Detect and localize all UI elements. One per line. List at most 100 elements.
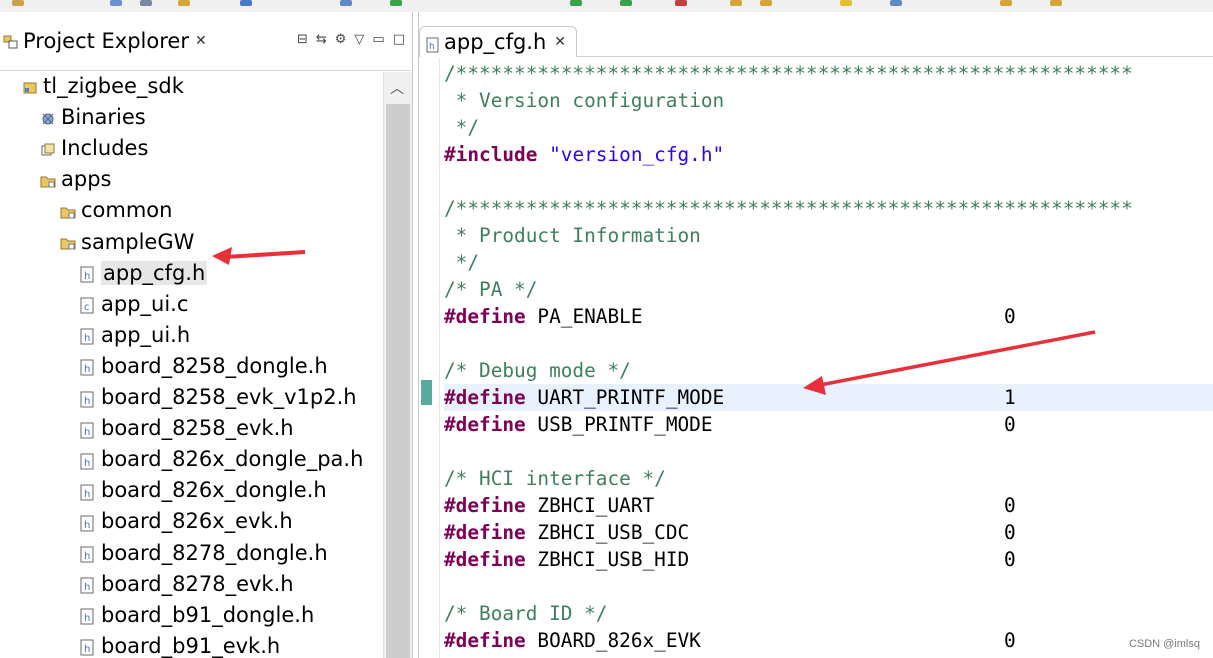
header-file-icon: h: [80, 606, 95, 625]
svg-text:h: h: [84, 520, 90, 531]
tree-item-label: apps: [61, 167, 112, 192]
editor-tab-app-cfg[interactable]: h app_cfg.h ✕: [419, 26, 578, 57]
svg-text:h: h: [84, 364, 90, 375]
tree-item[interactable]: h board_826x_dongle.h: [80, 476, 327, 504]
tree-item-label: common: [81, 198, 173, 223]
project-explorer-tab[interactable]: Project Explorer ✕: [0, 26, 207, 56]
tree-item[interactable]: h board_8258_evk_v1p2.h: [80, 383, 357, 411]
code-line: #define UART_PRINTF_MODE 1: [444, 384, 1213, 411]
folder-icon: [60, 202, 76, 219]
tree-item[interactable]: h board_8258_dongle.h: [80, 352, 328, 380]
toolbar-icon[interactable]: [110, 0, 122, 6]
collapse-all-icon[interactable]: ⊟: [297, 32, 308, 47]
code-comment: /* Board ID */: [444, 602, 608, 625]
code-line: */: [444, 114, 1213, 141]
tree-scrollbar[interactable]: ︿: [383, 72, 412, 658]
close-icon[interactable]: ✕: [554, 34, 566, 50]
toolbar-icon[interactable]: [1000, 0, 1012, 6]
code-string: "version_cfg.h": [549, 143, 725, 166]
editor-tab-bar: h app_cfg.h ✕: [419, 26, 1213, 57]
code-comment: /***************************************…: [444, 197, 1133, 220]
toolbar-icon[interactable]: [1050, 0, 1062, 6]
code-line: #define BOARD_826x_EVK 0: [444, 627, 1213, 654]
svg-text:c: c: [84, 302, 90, 313]
tree-item[interactable]: sampleGW: [60, 228, 194, 256]
tree-item[interactable]: c app_ui.c: [80, 290, 188, 318]
code-editor[interactable]: /***************************************…: [444, 58, 1213, 658]
code-comment: */: [444, 116, 480, 139]
code-line: /* HCI interface */: [444, 465, 1213, 492]
tree-item[interactable]: apps: [40, 165, 111, 193]
toolbar-icon[interactable]: [675, 0, 687, 6]
code-keyword: #include: [444, 143, 538, 166]
tree-item-label: board_b91_evk.h: [101, 633, 281, 658]
macro-name: ZBHCI_USB_HID: [537, 548, 690, 571]
toolbar-icon[interactable]: [760, 0, 772, 6]
link-with-editor-icon[interactable]: ⇆: [316, 32, 327, 47]
code-comment: /***************************************…: [444, 62, 1133, 85]
code-line: * Product Information: [444, 222, 1213, 249]
toolbar-icon[interactable]: [390, 0, 402, 6]
macro-value: 0: [1004, 305, 1016, 328]
editor-area: h app_cfg.h ✕ /*************************…: [418, 12, 1213, 658]
minimize-icon[interactable]: ▭: [372, 32, 384, 47]
toolbar-icon[interactable]: [570, 0, 582, 6]
tree-item[interactable]: common: [60, 196, 172, 224]
tree-item[interactable]: h app_cfg.h: [80, 259, 208, 287]
tree-item[interactable]: h board_8258_evk.h: [80, 414, 294, 442]
tree-item[interactable]: h board_826x_evk.h: [80, 507, 293, 535]
tree-item[interactable]: h board_b91_evk.h: [80, 632, 280, 658]
tree-item[interactable]: h board_8278_dongle.h: [80, 539, 328, 567]
tree-item[interactable]: Binaries: [40, 103, 146, 131]
svg-text:h: h: [84, 489, 90, 500]
close-icon[interactable]: ✕: [195, 33, 207, 49]
view-menu-icon[interactable]: ▽: [354, 32, 364, 47]
header-file-icon: h: [80, 357, 95, 376]
tree-item[interactable]: h board_8278_evk.h: [80, 570, 294, 598]
toolbar-icon[interactable]: [178, 0, 190, 6]
filter-icon[interactable]: ⚙: [335, 32, 347, 47]
toolbar-icon[interactable]: [140, 0, 152, 6]
toolbar-icon[interactable]: [620, 0, 632, 6]
change-marker: [421, 380, 432, 405]
maximize-icon[interactable]: □: [393, 32, 405, 47]
tree-item[interactable]: h app_ui.h: [80, 321, 190, 349]
toolbar-icon[interactable]: [340, 0, 352, 6]
tree-item-label: board_826x_evk.h: [101, 509, 293, 534]
toolbar-icon[interactable]: [12, 0, 24, 6]
tree-item[interactable]: Includes: [40, 134, 148, 162]
code-keyword: #define: [444, 548, 526, 571]
gutter-divider: [439, 58, 440, 658]
scroll-up-icon[interactable]: ︿: [390, 78, 404, 98]
svg-text:h: h: [84, 613, 90, 624]
macro-name: USB_PRINTF_MODE: [537, 413, 713, 436]
tree-item[interactable]: tl_zigbee_sdk: [22, 72, 184, 100]
header-file-icon: h: [80, 389, 95, 407]
toolbar-icon[interactable]: [890, 0, 902, 6]
code-keyword: #define: [444, 629, 526, 652]
code-line: #define ZBHCI_USB_HID 0: [444, 546, 1213, 573]
project-explorer-title: Project Explorer: [23, 29, 189, 53]
tree-item[interactable]: h board_b91_dongle.h: [80, 601, 314, 629]
code-comment: /* PA */: [444, 278, 538, 301]
view-toolbar: ⊟ ⇆ ⚙ ▽ ▭ □: [297, 32, 405, 47]
code-line: #define USB_PRINTF_MODE 0: [444, 411, 1213, 438]
svg-text:h: h: [84, 333, 90, 344]
svg-text:h: h: [84, 582, 90, 593]
folder-icon: [40, 171, 56, 188]
toolbar-icon[interactable]: [730, 0, 742, 6]
macro-value: 0: [1004, 548, 1016, 571]
tree-item-label: board_8278_evk.h: [101, 571, 294, 596]
tree-item[interactable]: h board_826x_dongle_pa.h: [80, 445, 363, 473]
project-explorer-icon: [2, 32, 20, 50]
code-line: */: [444, 249, 1213, 276]
scrollbar-thumb[interactable]: [386, 104, 410, 658]
code-line: /* PA */: [444, 276, 1213, 303]
project-icon: [22, 78, 37, 95]
header-file-icon: h: [80, 575, 95, 594]
toolbar-icon[interactable]: [840, 0, 852, 6]
toolbar-icon[interactable]: [240, 0, 252, 6]
code-comment: */: [444, 251, 480, 274]
